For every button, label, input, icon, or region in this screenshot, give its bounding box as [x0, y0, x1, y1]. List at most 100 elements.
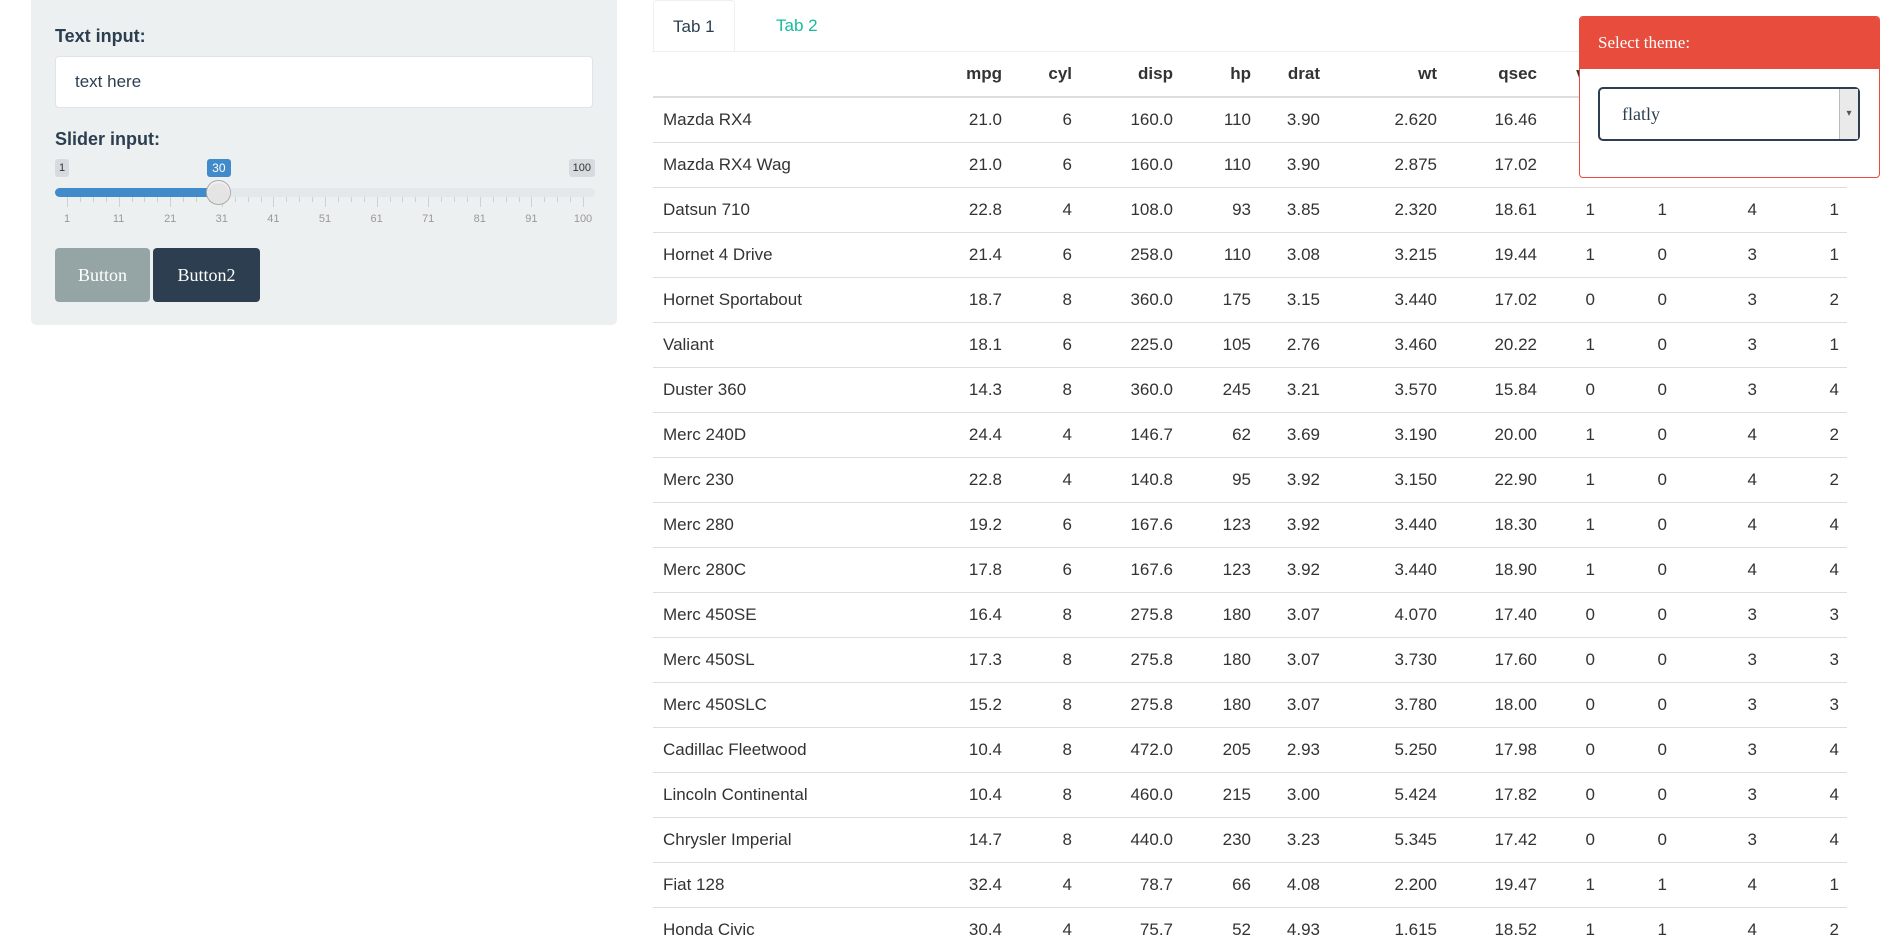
slider-tick	[544, 197, 545, 202]
tab-1[interactable]: Tab 1	[653, 0, 735, 52]
row-name-cell: Merc 240D	[653, 413, 930, 458]
button[interactable]: Button	[55, 248, 150, 302]
table-cell: 19.2	[930, 503, 1002, 548]
slider-tick	[312, 197, 313, 202]
theme-select[interactable]: flatly ▾	[1598, 87, 1860, 141]
table-cell: 17.82	[1437, 773, 1537, 818]
table-cell: 6	[1002, 548, 1072, 593]
table-row: Lincoln Continental10.48460.02153.005.42…	[653, 773, 1847, 818]
table-cell: 3.69	[1251, 413, 1320, 458]
table-cell: 20.22	[1437, 323, 1537, 368]
table-cell: 1	[1757, 188, 1847, 233]
table-cell: 15.2	[930, 683, 1002, 728]
table-cell: 3	[1667, 593, 1757, 638]
theme-select-value: flatly	[1622, 104, 1660, 124]
table-cell: 18.61	[1437, 188, 1537, 233]
table-cell: 16.46	[1437, 97, 1537, 143]
table-cell: 1	[1757, 233, 1847, 278]
table-cell: 3.440	[1320, 548, 1437, 593]
chevron-down-icon[interactable]: ▾	[1839, 89, 1858, 139]
slider-tick	[248, 197, 249, 202]
table-cell: 1	[1757, 323, 1847, 368]
table-cell: 360.0	[1072, 368, 1173, 413]
sidebar-panel: Text input: Slider input: 1 30 100 11121…	[31, 0, 617, 325]
table-cell: 19.47	[1437, 863, 1537, 908]
table-cell: 3	[1667, 683, 1757, 728]
table-cell: 4.070	[1320, 593, 1437, 638]
table-cell: 22.8	[930, 458, 1002, 503]
table-cell: 180	[1173, 593, 1251, 638]
table-cell: 4	[1002, 188, 1072, 233]
row-name-cell: Fiat 128	[653, 863, 930, 908]
slider-input[interactable]: 1 30 100 1112131415161718191100	[55, 157, 595, 227]
button2[interactable]: Button2	[153, 248, 260, 302]
table-row: Merc 450SLC15.28275.81803.073.78018.0000…	[653, 683, 1847, 728]
row-name-cell: Duster 360	[653, 368, 930, 413]
table-cell: 0	[1595, 593, 1667, 638]
table-cell: 0	[1537, 368, 1595, 413]
table-cell: 215	[1173, 773, 1251, 818]
slider-tick	[402, 197, 403, 202]
slider-tick	[93, 197, 94, 202]
table-cell: 17.02	[1437, 278, 1537, 323]
table-cell: 1	[1537, 503, 1595, 548]
table-cell: 105	[1173, 323, 1251, 368]
table-cell: 17.02	[1437, 143, 1537, 188]
row-name-cell: Valiant	[653, 323, 930, 368]
table-cell: 8	[1002, 368, 1072, 413]
table-cell: 3.780	[1320, 683, 1437, 728]
table-cell: 1	[1757, 863, 1847, 908]
table-cell: 3	[1757, 638, 1847, 683]
table-cell: 1	[1537, 413, 1595, 458]
text-input-label: Text input:	[55, 26, 146, 47]
slider-tick-label: 41	[267, 213, 279, 225]
slider-tick	[454, 197, 455, 202]
table-cell: 3	[1757, 593, 1847, 638]
table-cell: 6	[1002, 503, 1072, 548]
table-cell: 160.0	[1072, 143, 1173, 188]
slider-tick-label: 51	[319, 213, 331, 225]
table-cell: 0	[1595, 728, 1667, 773]
table-cell: 19.44	[1437, 233, 1537, 278]
slider-tick	[273, 197, 274, 207]
column-header-mpg: mpg	[930, 52, 1002, 97]
table-cell: 14.7	[930, 818, 1002, 863]
table-cell: 1.615	[1320, 908, 1437, 952]
table-cell: 5.250	[1320, 728, 1437, 773]
table-cell: 123	[1173, 503, 1251, 548]
slider-tick	[299, 197, 300, 202]
table-cell: 3.90	[1251, 97, 1320, 143]
table-cell: 4	[1667, 503, 1757, 548]
table-cell: 22.90	[1437, 458, 1537, 503]
slider-handle[interactable]	[206, 180, 231, 205]
table-cell: 3	[1667, 368, 1757, 413]
column-header-wt: wt	[1320, 52, 1437, 97]
slider-tick	[415, 197, 416, 202]
table-cell: 1	[1537, 323, 1595, 368]
table-cell: 4	[1002, 413, 1072, 458]
table-cell: 4	[1667, 458, 1757, 503]
table-cell: 140.8	[1072, 458, 1173, 503]
table-cell: 3.460	[1320, 323, 1437, 368]
table-row: Honda Civic30.4475.7524.931.61518.521142	[653, 908, 1847, 952]
tab-2[interactable]: Tab 2	[757, 0, 837, 52]
slider-tick	[390, 197, 391, 202]
table-cell: 0	[1595, 323, 1667, 368]
table-row: Cadillac Fleetwood10.48472.02052.935.250…	[653, 728, 1847, 773]
table-cell: 6	[1002, 143, 1072, 188]
table-cell: 2.620	[1320, 97, 1437, 143]
table-cell: 108.0	[1072, 188, 1173, 233]
slider-input-label: Slider input:	[55, 129, 160, 150]
table-cell: 30.4	[930, 908, 1002, 952]
text-input-field[interactable]	[55, 56, 593, 108]
table-cell: 0	[1595, 413, 1667, 458]
table-row: Duster 36014.38360.02453.213.57015.84003…	[653, 368, 1847, 413]
table-cell: 8	[1002, 818, 1072, 863]
table-cell: 3.15	[1251, 278, 1320, 323]
table-cell: 160.0	[1072, 97, 1173, 143]
column-header-qsec: qsec	[1437, 52, 1537, 97]
table-cell: 3.92	[1251, 503, 1320, 548]
table-cell: 3	[1667, 818, 1757, 863]
table-cell: 93	[1173, 188, 1251, 233]
table-cell: 17.60	[1437, 638, 1537, 683]
